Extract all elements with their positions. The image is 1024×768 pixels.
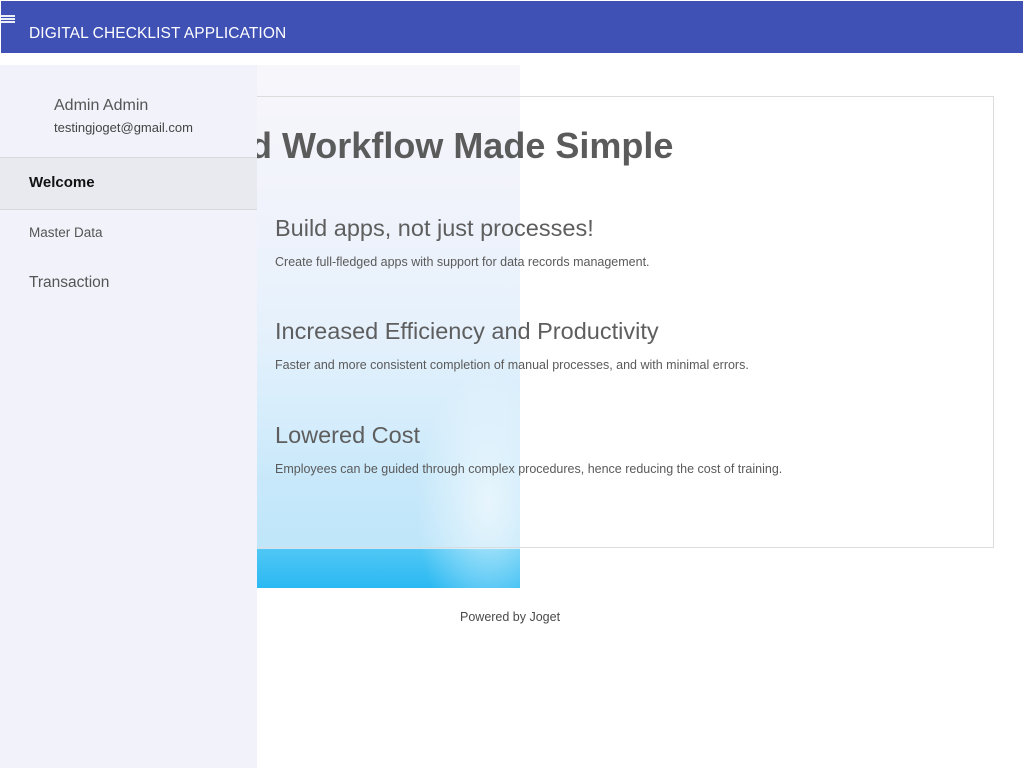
feature-title: Increased Efficiency and Productivity bbox=[275, 318, 659, 344]
feature-description: Employees can be guided through complex … bbox=[275, 462, 783, 476]
sidebar-item-welcome[interactable]: Welcome bbox=[0, 157, 257, 210]
hero-title: nd Workflow Made Simple bbox=[228, 125, 674, 166]
user-email: testingjoget@gmail.com bbox=[54, 120, 193, 135]
app-header: DIGITAL CHECKLIST APPLICATION bbox=[1, 1, 1023, 53]
user-name: Admin Admin bbox=[54, 97, 149, 114]
hamburger-icon[interactable] bbox=[1, 15, 16, 25]
welcome-content-card: nd Workflow Made Simple Build apps, not … bbox=[228, 96, 994, 548]
feature-description: Faster and more consistent completion of… bbox=[275, 358, 749, 372]
feature-description: Create full-fledged apps with support fo… bbox=[275, 255, 650, 269]
sidebar: Admin Admin testingjoget@gmail.com Welco… bbox=[0, 65, 257, 768]
app-title: DIGITAL CHECKLIST APPLICATION bbox=[29, 25, 287, 42]
feature-lowered-cost: Lowered Cost Employees can be guided thr… bbox=[275, 422, 782, 476]
feature-title: Build apps, not just processes! bbox=[275, 215, 594, 241]
sidebar-item-transaction[interactable]: Transaction bbox=[0, 270, 257, 296]
feature-title: Lowered Cost bbox=[275, 422, 420, 448]
feature-efficiency: Increased Efficiency and Productivity Fa… bbox=[275, 318, 749, 372]
sidebar-item-master-data[interactable]: Master Data bbox=[0, 220, 257, 246]
feature-build-apps: Build apps, not just processes! Create f… bbox=[275, 215, 650, 269]
app-root: nd Workflow Made Simple Build apps, not … bbox=[0, 0, 1024, 768]
powered-by-footer: Powered by Joget bbox=[460, 610, 561, 624]
